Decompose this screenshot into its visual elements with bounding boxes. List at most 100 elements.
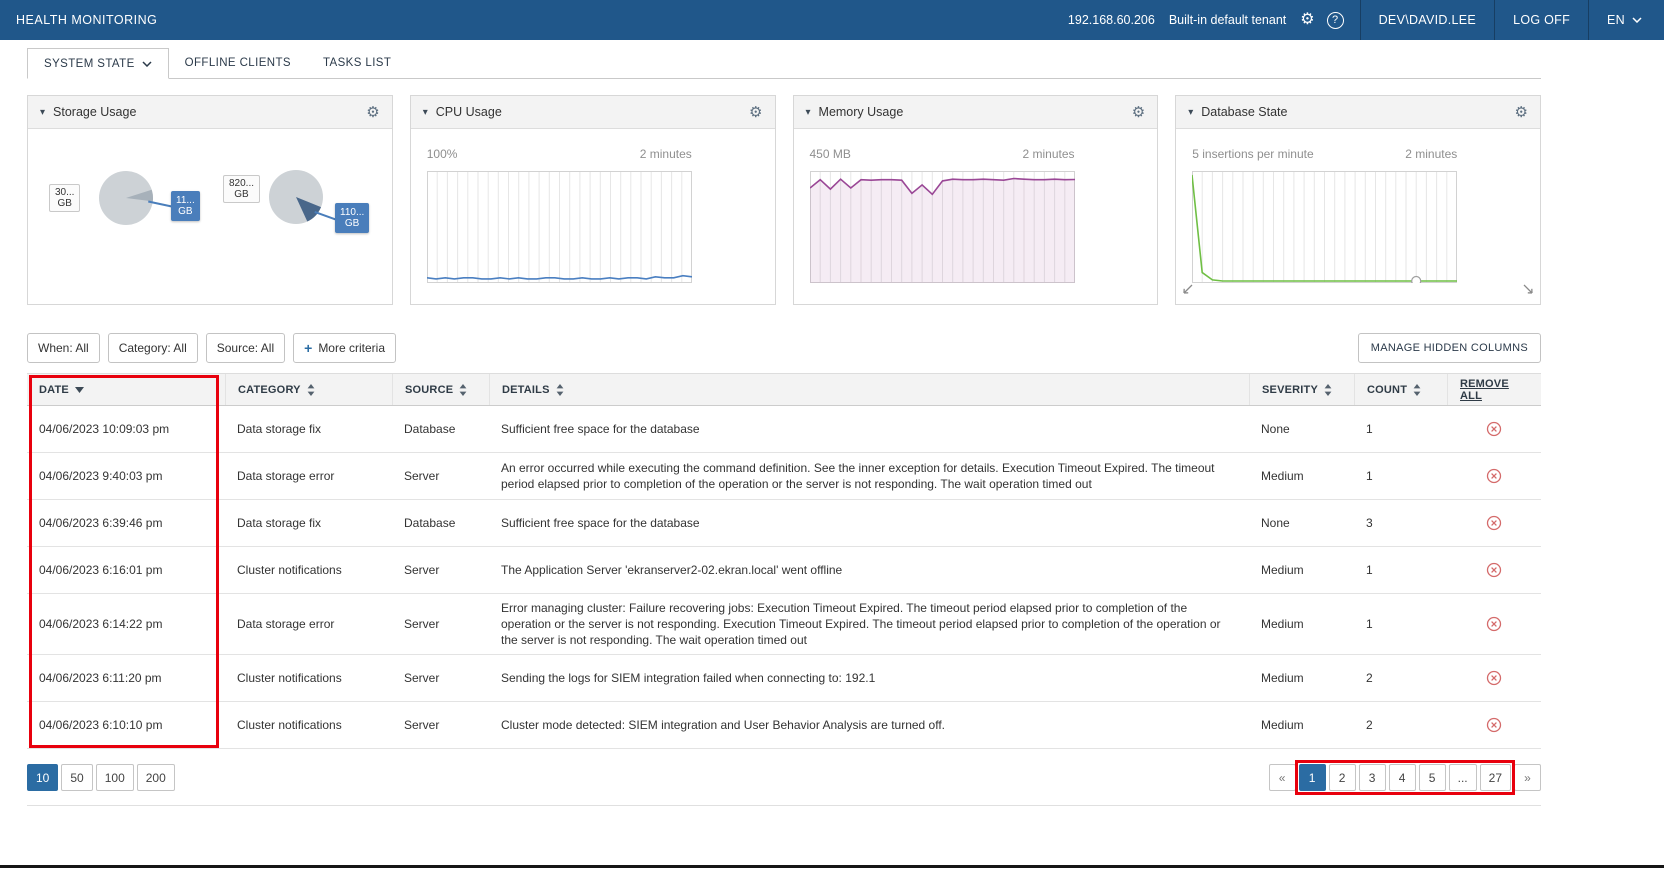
cell-details: Cluster mode detected: SIEM integration …	[489, 711, 1249, 739]
remove-row-button[interactable]	[1486, 515, 1502, 531]
remove-row-button[interactable]	[1486, 562, 1502, 578]
column-label: DETAILS	[502, 384, 550, 396]
cell-date: 04/06/2023 6:10:10 pm	[27, 711, 225, 739]
tab-tasks-list[interactable]: TASKS LIST	[307, 48, 407, 78]
page-button[interactable]: 27	[1480, 764, 1511, 791]
col-date[interactable]: DATE	[27, 374, 225, 405]
page-button[interactable]: 5	[1419, 764, 1446, 791]
manage-hidden-columns-button[interactable]: MANAGE HIDDEN COLUMNS	[1358, 333, 1541, 363]
page-title: HEALTH MONITORING	[0, 13, 157, 27]
cell-details: An error occurred while executing the co…	[489, 454, 1249, 498]
widget-settings-gear-icon[interactable]: ⚙	[1132, 103, 1145, 121]
time-window-label: 2 minutes	[1022, 147, 1074, 161]
col-details[interactable]: DETAILS	[489, 374, 1249, 405]
page-button[interactable]: 2	[1329, 764, 1356, 791]
more-criteria-button[interactable]: + More criteria	[293, 333, 396, 363]
page-size-button[interactable]: 50	[61, 764, 92, 791]
help-glyph: ?	[1332, 14, 1338, 26]
cell-remove	[1447, 415, 1541, 443]
chevron-down-icon	[142, 61, 152, 67]
widget-title: Storage Usage	[53, 105, 136, 119]
widget-settings-gear-icon[interactable]: ⚙	[1515, 103, 1528, 121]
remove-row-button[interactable]	[1486, 468, 1502, 484]
remove-row-button[interactable]	[1486, 670, 1502, 686]
table-row[interactable]: 04/06/2023 10:09:03 pm Data storage fix …	[27, 406, 1541, 453]
table-row[interactable]: 04/06/2023 6:16:01 pm Cluster notificati…	[27, 547, 1541, 594]
cell-count: 3	[1354, 509, 1447, 537]
table-row[interactable]: 04/06/2023 6:14:22 pm Data storage error…	[27, 594, 1541, 655]
storage-usage-chart: 30... GB 11... GB 820... GB 110... GB	[28, 129, 392, 304]
pages-group: 12345...27	[1299, 764, 1511, 791]
storage-pie-chart	[96, 168, 156, 228]
tab-offline-clients[interactable]: OFFLINE CLIENTS	[169, 48, 307, 78]
collapse-icon[interactable]: ▾	[806, 107, 811, 118]
memory-usage-body: 450 MB 2 minutes	[794, 129, 1158, 304]
filter-when[interactable]: When: All	[27, 333, 100, 363]
storage-pie-chart	[266, 167, 326, 227]
page-size-button[interactable]: 10	[27, 764, 58, 791]
column-label: COUNT	[1367, 384, 1407, 396]
cell-source: Server	[392, 610, 489, 638]
page-button[interactable]: 1	[1299, 764, 1326, 791]
remove-row-button[interactable]	[1486, 421, 1502, 437]
remove-row-button[interactable]	[1486, 717, 1502, 733]
page-ellipsis[interactable]: ...	[1449, 764, 1477, 791]
help-icon[interactable]: ?	[1327, 12, 1344, 29]
table-row[interactable]: 04/06/2023 9:40:03 pm Data storage error…	[27, 453, 1541, 500]
table-row[interactable]: 04/06/2023 6:10:10 pm Cluster notificati…	[27, 702, 1541, 749]
widget-header[interactable]: ▾ Database State ⚙	[1176, 96, 1540, 129]
log-off-button[interactable]: LOG OFF	[1494, 0, 1588, 40]
table-row[interactable]: 04/06/2023 6:11:20 pm Cluster notificati…	[27, 655, 1541, 702]
widget-header[interactable]: ▾ CPU Usage ⚙	[411, 96, 775, 129]
col-severity[interactable]: SEVERITY	[1249, 374, 1354, 405]
collapse-icon[interactable]: ▾	[423, 107, 428, 118]
sort-icon	[1324, 384, 1332, 396]
sort-icon	[556, 384, 564, 396]
cell-severity: Medium	[1249, 711, 1354, 739]
widget-settings-gear-icon[interactable]: ⚙	[749, 103, 762, 121]
tenant-name: Built-in default tenant	[1169, 13, 1286, 27]
filter-category[interactable]: Category: All	[108, 333, 198, 363]
page-size-button[interactable]: 200	[137, 764, 175, 791]
collapse-icon[interactable]: ▾	[1188, 107, 1193, 118]
cell-date: 04/06/2023 9:40:03 pm	[27, 462, 225, 490]
time-window-label: 2 minutes	[640, 147, 692, 161]
resize-handle-icon[interactable]	[1522, 282, 1534, 300]
cell-source: Database	[392, 415, 489, 443]
widget-header[interactable]: ▾ Memory Usage ⚙	[794, 96, 1158, 129]
widget-settings-gear-icon[interactable]: ⚙	[366, 103, 379, 121]
tab-label: TASKS LIST	[323, 57, 391, 69]
column-label: SEVERITY	[1262, 384, 1318, 396]
column-label: SOURCE	[405, 384, 453, 396]
cell-date: 04/06/2023 6:16:01 pm	[27, 556, 225, 584]
filter-source[interactable]: Source: All	[206, 333, 285, 363]
storage-used-badge: 11... GB	[171, 191, 200, 221]
page-button[interactable]: 4	[1389, 764, 1416, 791]
cell-remove	[1447, 610, 1541, 638]
collapse-icon[interactable]: ▾	[40, 107, 45, 118]
language-menu[interactable]: EN	[1588, 0, 1664, 40]
tab-system-state[interactable]: SYSTEM STATE	[27, 48, 169, 79]
col-category[interactable]: CATEGORY	[225, 374, 392, 405]
column-label: DATE	[39, 384, 69, 396]
cell-remove	[1447, 462, 1541, 490]
widget-header[interactable]: ▾ Storage Usage ⚙	[28, 96, 392, 129]
current-user-label: DEV\DAVID.LEE	[1379, 13, 1476, 27]
resize-handle-icon[interactable]	[1182, 282, 1194, 300]
tenant-settings-gear-icon[interactable]: ⚙	[1300, 12, 1314, 28]
page-size-button[interactable]: 100	[96, 764, 134, 791]
table-row[interactable]: 04/06/2023 6:39:46 pm Data storage fix D…	[27, 500, 1541, 547]
remove-all-link[interactable]: REMOVE ALL	[1460, 378, 1529, 402]
memory-usage-chart	[810, 171, 1075, 283]
page-button[interactable]: 3	[1359, 764, 1386, 791]
prev-page-button[interactable]: «	[1269, 764, 1296, 791]
next-page-button[interactable]: »	[1514, 764, 1541, 791]
cell-remove	[1447, 556, 1541, 584]
col-source[interactable]: SOURCE	[392, 374, 489, 405]
cell-count: 1	[1354, 556, 1447, 584]
remove-row-button[interactable]	[1486, 616, 1502, 632]
col-count[interactable]: COUNT	[1354, 374, 1447, 405]
cell-severity: None	[1249, 415, 1354, 443]
cpu-usage-body: 100% 2 minutes	[411, 129, 775, 304]
cell-details: Sufficient free space for the database	[489, 509, 1249, 537]
